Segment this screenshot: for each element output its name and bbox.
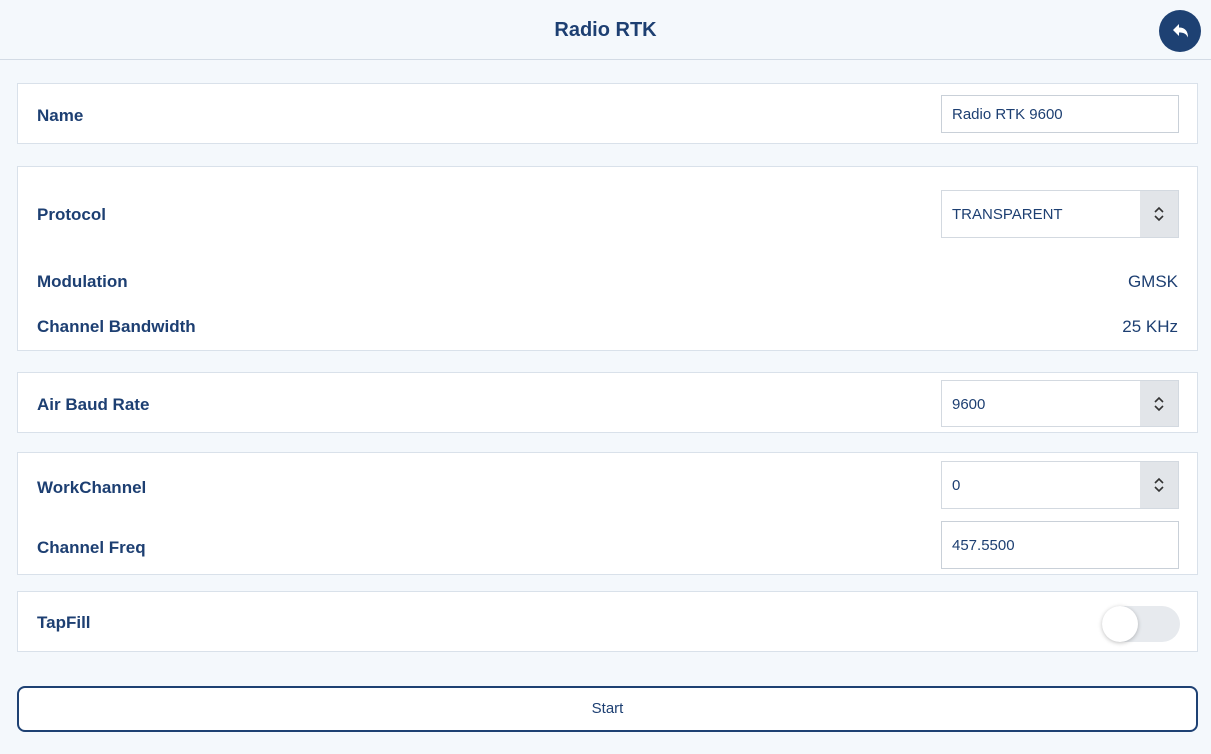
work-channel-select[interactable]: 0 <box>941 461 1179 509</box>
name-input[interactable] <box>941 95 1179 133</box>
back-button[interactable] <box>1159 10 1201 52</box>
protocol-select-arrow <box>1140 191 1178 237</box>
tapfill-card: TapFill <box>17 591 1198 652</box>
channel-freq-label: Channel Freq <box>37 538 146 557</box>
tapfill-toggle[interactable] <box>1102 606 1180 642</box>
modulation-value: GMSK <box>1127 272 1178 291</box>
channel-card: WorkChannel 0 Channel Freq <box>17 452 1198 575</box>
work-channel-label: WorkChannel <box>37 478 147 497</box>
baud-rate-card: Air Baud Rate 9600 <box>17 372 1198 433</box>
protocol-label: Protocol <box>37 205 106 224</box>
app-header: Radio RTK <box>0 0 1211 60</box>
protocol-card: Protocol TRANSPARENT Modulation GMSK Cha… <box>17 166 1198 351</box>
chevron-up-down-icon <box>1154 477 1164 493</box>
baud-rate-select[interactable]: 9600 <box>941 380 1179 427</box>
modulation-label: Modulation <box>37 272 128 291</box>
toggle-knob <box>1102 606 1138 642</box>
page-title: Radio RTK <box>554 19 657 41</box>
name-card: Name <box>17 83 1198 144</box>
tapfill-label: TapFill <box>37 613 91 632</box>
baud-rate-select-arrow <box>1140 381 1178 426</box>
name-label: Name <box>37 106 84 125</box>
protocol-select[interactable]: TRANSPARENT <box>941 190 1179 238</box>
start-button[interactable]: Start <box>17 686 1198 732</box>
bandwidth-value: 25 KHz <box>1122 317 1178 336</box>
bandwidth-label: Channel Bandwidth <box>37 317 196 336</box>
baud-rate-select-value: 9600 <box>952 396 986 413</box>
work-channel-select-value: 0 <box>952 477 961 494</box>
chevron-up-down-icon <box>1154 396 1164 412</box>
protocol-select-value: TRANSPARENT <box>952 206 1063 223</box>
baud-rate-label: Air Baud Rate <box>37 395 150 414</box>
back-arrow-icon <box>1173 24 1188 38</box>
work-channel-select-arrow <box>1140 462 1178 508</box>
channel-freq-input[interactable] <box>941 521 1179 569</box>
chevron-up-down-icon <box>1154 206 1164 222</box>
